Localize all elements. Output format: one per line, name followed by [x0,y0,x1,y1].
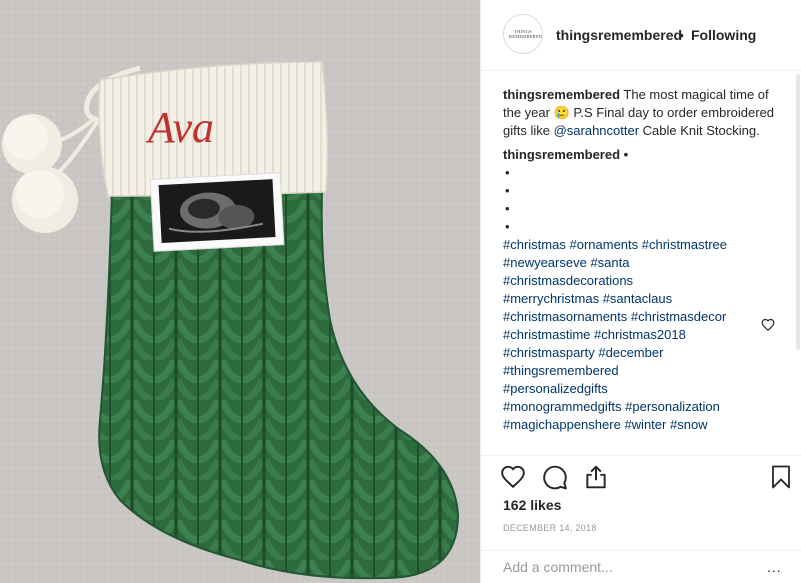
hashtag-link[interactable]: #santaclaus [603,291,672,306]
caption-text-end: Cable Knit Stocking. [639,123,760,138]
post-date[interactable]: DECEMBER 14, 2018 [503,523,597,533]
like-count[interactable]: 162 likes [503,497,561,513]
post-photo[interactable]: Ava [0,0,480,583]
hashtag-link[interactable]: #thingsremembered [503,363,619,378]
add-comment-input[interactable] [503,559,753,575]
bookmark-icon[interactable] [767,463,795,491]
hashtag-list: #christmas #ornaments #christmastree #new… [503,236,783,434]
add-comment-bar: ... [481,550,801,583]
post-header: THINGS REMEMBERED thingsremembered • Fol… [481,0,801,71]
comment-dot: • [505,183,510,198]
comments-scrollbar[interactable] [796,74,800,350]
hashtag-line: #merrychristmas #santaclaus [503,290,783,308]
hashtag-link[interactable]: #winter [624,417,666,432]
hashtag-line: #christmasdecorations [503,272,783,290]
hashtag-link[interactable]: #christmas [503,237,566,252]
hashtag-link[interactable]: #magichappenshere [503,417,621,432]
hashtag-line: #magichappenshere #winter #snow [503,416,783,434]
embroidered-name: Ava [145,103,214,152]
hashtag-link[interactable]: #snow [670,417,708,432]
hashtag-link[interactable]: #christmasdecorations [503,273,633,288]
more-options-icon[interactable]: ... [767,559,782,575]
hashtag-line: #christmasornaments #christmasdecor [503,308,783,326]
hashtag-link[interactable]: #monogrammedgifts [503,399,622,414]
hashtag-link[interactable]: #christmasparty [503,345,595,360]
hashtag-link[interactable]: #santa [590,255,629,270]
comment-dot: • [505,165,510,180]
hashtag-link[interactable]: #ornaments [569,237,638,252]
hashtag-link[interactable]: #merrychristmas [503,291,599,306]
hashtag-line: #personalizedgifts [503,380,783,398]
hashtag-line: #christmastime #christmas2018 [503,326,783,344]
action-bar [481,455,801,490]
hashtag-link[interactable]: #christmasornaments [503,309,627,324]
caption-username[interactable]: thingsremembered [503,87,620,102]
header-separator: • [679,27,684,43]
comment-dot: • [505,201,510,216]
mention-link[interactable]: @sarahncotter [554,123,639,138]
hashtag-link[interactable]: #newyearseve [503,255,587,270]
following-button[interactable]: Following [691,27,756,43]
comment-like-icon[interactable] [761,318,775,332]
hashtag-line: #christmas #ornaments #christmastree [503,236,783,254]
comments-list: thingsremembered The most magical time o… [503,86,783,434]
stocking-image: Ava [0,0,480,583]
hashtag-link[interactable]: #personalization [625,399,720,414]
caption: thingsremembered The most magical time o… [503,86,783,140]
hashtag-link[interactable]: #christmas2018 [594,327,686,342]
share-icon[interactable] [582,463,610,491]
comment-dot: • [505,219,510,234]
hashtag-link[interactable]: #december [598,345,663,360]
post-sidebar: THINGS REMEMBERED thingsremembered • Fol… [480,0,801,583]
hashtag-link[interactable]: #christmastime [503,327,590,342]
hashtag-link[interactable]: #christmasdecor [631,309,726,324]
hashtag-link[interactable]: #christmastree [642,237,727,252]
hashtag-link[interactable]: #personalizedgifts [503,381,608,396]
comment-username[interactable]: thingsremembered • [503,146,783,164]
header-username[interactable]: thingsremembered [556,27,682,43]
hashtag-line: #monogrammedgifts #personalization [503,398,783,416]
avatar[interactable]: THINGS REMEMBERED [503,14,543,54]
heart-icon[interactable] [499,463,527,491]
hashtag-line: #christmasparty #december [503,344,783,362]
hashtag-line: #newyearseve #santa [503,254,783,272]
comment-bubble-icon[interactable] [541,463,569,491]
hashtag-line: #thingsremembered [503,362,783,380]
avatar-logo-text: THINGS REMEMBERED [509,29,543,39]
comment-dots: • • • • [503,164,783,236]
